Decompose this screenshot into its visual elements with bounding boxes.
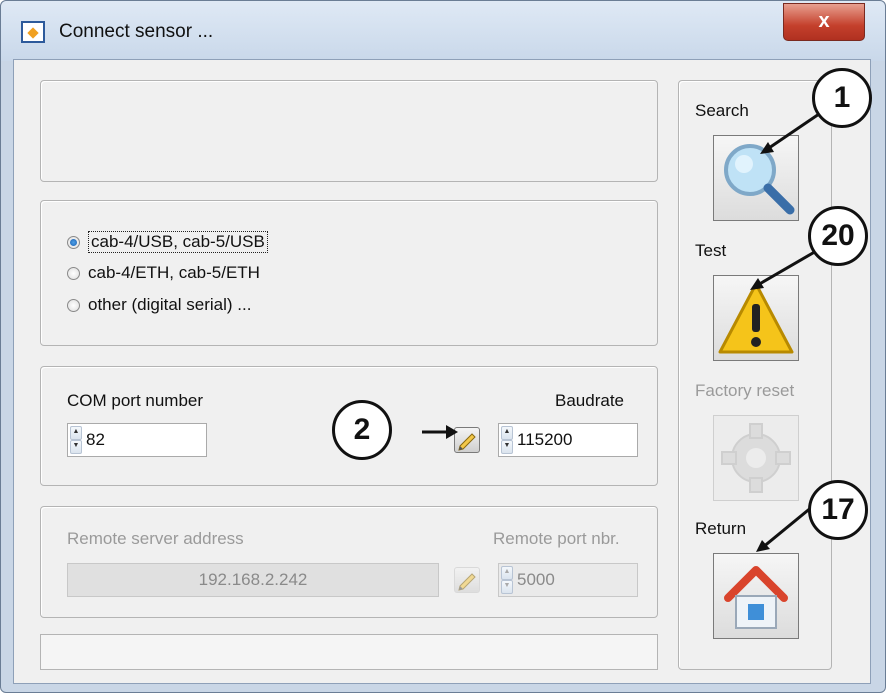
title-bar[interactable]: Connect sensor ... x	[1, 1, 885, 61]
callout-edit: 2	[332, 400, 392, 460]
callout-arrow-test	[755, 248, 819, 288]
callout-return: 17	[808, 480, 868, 540]
callout-test: 20	[808, 206, 868, 266]
app-icon	[21, 21, 45, 43]
callout-arrows	[422, 110, 823, 552]
callout-search: 1	[812, 68, 872, 128]
connect-sensor-window: Connect sensor ... x cab-4/USB, cab-5/US…	[0, 0, 886, 693]
window-title: Connect sensor ...	[59, 21, 214, 42]
close-button[interactable]: x	[783, 3, 865, 41]
callout-arrow-search	[765, 110, 823, 152]
dialog-body: cab-4/USB, cab-5/USB cab-4/ETH, cab-5/ET…	[13, 59, 872, 684]
